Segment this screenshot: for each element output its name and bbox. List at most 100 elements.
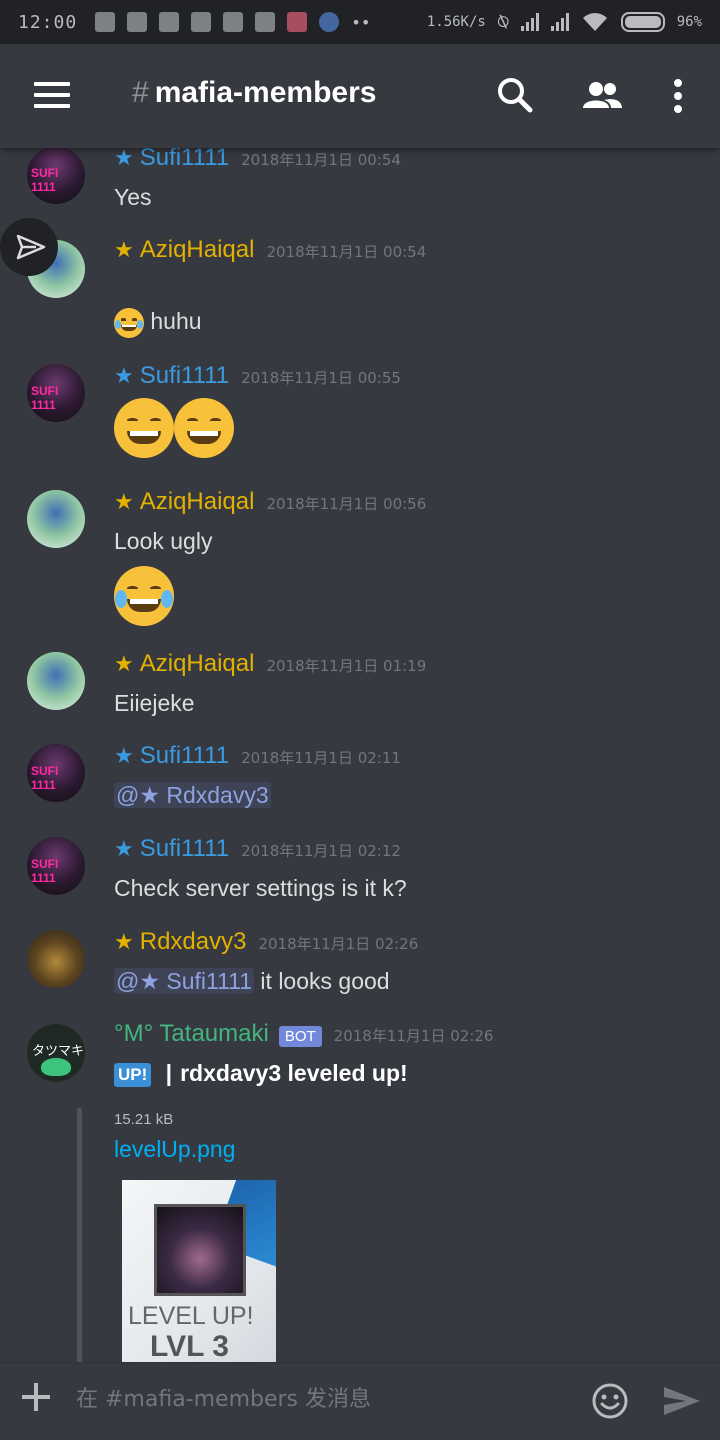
zhihu-notification-icon (319, 12, 340, 32)
tatsumaki-avatar[interactable]: タツマキ (27, 1024, 85, 1082)
embed-border (77, 1108, 82, 1362)
message-input[interactable] (76, 1377, 566, 1421)
members-icon[interactable] (580, 74, 624, 118)
timestamp: 2018年11月1日 02:11 (241, 749, 401, 767)
role-star-icon: ★ (114, 652, 134, 677)
add-attachment-icon[interactable] (20, 1381, 52, 1413)
image-title: LEVEL UP! (128, 1302, 254, 1330)
author-name[interactable]: Sufi1111 (140, 362, 229, 390)
author-name[interactable]: AziqHaiqal (140, 236, 255, 264)
grin-emoji (174, 398, 234, 458)
author-name[interactable]: °M° Tataumaki (114, 1020, 269, 1048)
channel-name: mafia-members (154, 76, 377, 109)
send-icon (16, 234, 46, 260)
channel-title: # mafia-members (132, 76, 376, 110)
role-star-icon: ★ (114, 930, 134, 955)
user-mention[interactable]: @★ Sufi1111 (114, 968, 255, 994)
role-star-icon: ★ (114, 744, 134, 769)
timestamp: 2018年11月1日 02:12 (241, 842, 401, 860)
up-badge-icon: UP! (114, 1062, 152, 1087)
message-header: °M° Tataumaki BOT 2018年11月1日 02:26 (114, 1020, 493, 1048)
bot-tag: BOT (278, 1026, 322, 1047)
channel-hash-icon: # (132, 76, 149, 109)
sufi-avatar[interactable]: SUFI 1111 (27, 364, 85, 422)
sufi-avatar[interactable]: SUFI 1111 (27, 837, 85, 895)
emoji-picker-icon[interactable] (590, 1381, 630, 1421)
app-notification-icon (255, 12, 276, 32)
message-header: ★ AziqHaiqal 2018年11月1日 00:56 (114, 488, 426, 516)
more-notifications-icon: •• (351, 12, 371, 32)
notification-icons: •• (95, 12, 370, 32)
message-input-bar (0, 1362, 720, 1440)
wechat-notification-icon (127, 12, 148, 32)
app-notification-icon (223, 12, 244, 32)
signal-icon (550, 13, 569, 31)
message-text: Look ugly (114, 528, 213, 554)
message-text: it looks good (254, 968, 390, 994)
message-content: UP! | rdxdavy3 leveled up! (114, 1060, 408, 1087)
author-name[interactable]: Sufi1111 (140, 148, 229, 172)
signal-icon (520, 13, 539, 31)
author-name[interactable]: AziqHaiqal (140, 488, 255, 516)
user-mention[interactable]: @★ Rdxdavy3 (114, 782, 271, 808)
author-name[interactable]: AziqHaiqal (140, 650, 255, 678)
wifi-icon (582, 13, 607, 31)
attachment-image[interactable]: LEVEL UP! LVL 3 (122, 1180, 276, 1362)
battery-icon (620, 12, 665, 32)
app-notification-icon (191, 12, 212, 32)
attachment-filename[interactable]: levelUp.png (114, 1136, 235, 1163)
timestamp: 2018年11月1日 00:54 (266, 243, 427, 261)
send-message-icon[interactable] (660, 1381, 704, 1421)
more-options-icon[interactable] (656, 74, 700, 118)
timestamp: 2018年11月1日 01:19 (266, 657, 427, 675)
author-name[interactable]: Sufi1111 (140, 742, 229, 770)
timestamp: 2018年11月1日 00:56 (266, 495, 427, 513)
joy-emoji (114, 566, 174, 626)
status-time: 12:00 (18, 11, 78, 33)
search-icon[interactable] (494, 74, 538, 118)
network-speed: 1.56K/s (426, 14, 486, 30)
channel-header: # mafia-members (0, 44, 720, 148)
app-notification-icon (159, 12, 180, 32)
message-header: ★ Rdxdavy3 2018年11月1日 02:26 (114, 928, 418, 956)
role-star-icon: ★ (114, 364, 134, 389)
image-level: LVL 3 (150, 1330, 229, 1362)
role-star-icon: ★ (114, 490, 134, 515)
timestamp: 2018年11月1日 00:54 (241, 151, 401, 169)
aziq-avatar[interactable] (27, 490, 85, 548)
author-name[interactable]: Rdxdavy3 (140, 928, 247, 956)
message-text: Yes (114, 184, 152, 210)
message-notification-icon (95, 12, 116, 32)
share-button[interactable] (0, 218, 58, 276)
message-text: huhu (150, 308, 202, 335)
message-text: Eiiejeke (114, 690, 195, 716)
message-content: @★ Sufi1111 it looks good (114, 968, 390, 995)
sufi-avatar[interactable]: SUFI 1111 (27, 744, 85, 802)
message-emojis (114, 566, 174, 626)
message-header: ★ Sufi1111 2018年11月1日 02:12 (114, 835, 401, 863)
message-list[interactable]: SUFI 1111 ★ Sufi1111 2018年11月1日 00:54 Ye… (0, 148, 720, 1362)
avatar-text: タツマキ (32, 1044, 85, 1059)
author-name[interactable]: Sufi1111 (140, 835, 229, 863)
timestamp: 2018年11月1日 00:55 (241, 369, 401, 387)
timestamp: 2018年11月1日 02:26 (333, 1027, 494, 1045)
rdx-avatar[interactable] (27, 930, 85, 988)
aziq-avatar[interactable] (27, 652, 85, 710)
menu-icon[interactable] (34, 82, 70, 108)
message-emojis (114, 398, 234, 458)
message-header: ★ Sufi1111 2018年11月1日 00:55 (114, 362, 401, 390)
role-star-icon: ★ (114, 148, 134, 171)
message-header: ★ AziqHaiqal 2018年11月1日 00:54 (114, 236, 426, 264)
sob-emoji (114, 308, 144, 338)
message-header: ★ Sufi1111 2018年11月1日 02:11 (114, 742, 401, 770)
message-header: ★ AziqHaiqal 2018年11月1日 01:19 (114, 650, 426, 678)
sufi-avatar[interactable]: SUFI 1111 (27, 148, 85, 204)
message-text: Check server settings is it k? (114, 875, 407, 901)
message-text: rdxdavy3 leveled up! (180, 1060, 408, 1086)
message-content: @★ Rdxdavy3 (114, 782, 271, 809)
grin-emoji (114, 398, 174, 458)
timestamp: 2018年11月1日 02:26 (258, 935, 419, 953)
role-star-icon: ★ (114, 837, 134, 862)
separator: | (165, 1060, 173, 1086)
mute-icon: ⍉ (497, 11, 509, 33)
